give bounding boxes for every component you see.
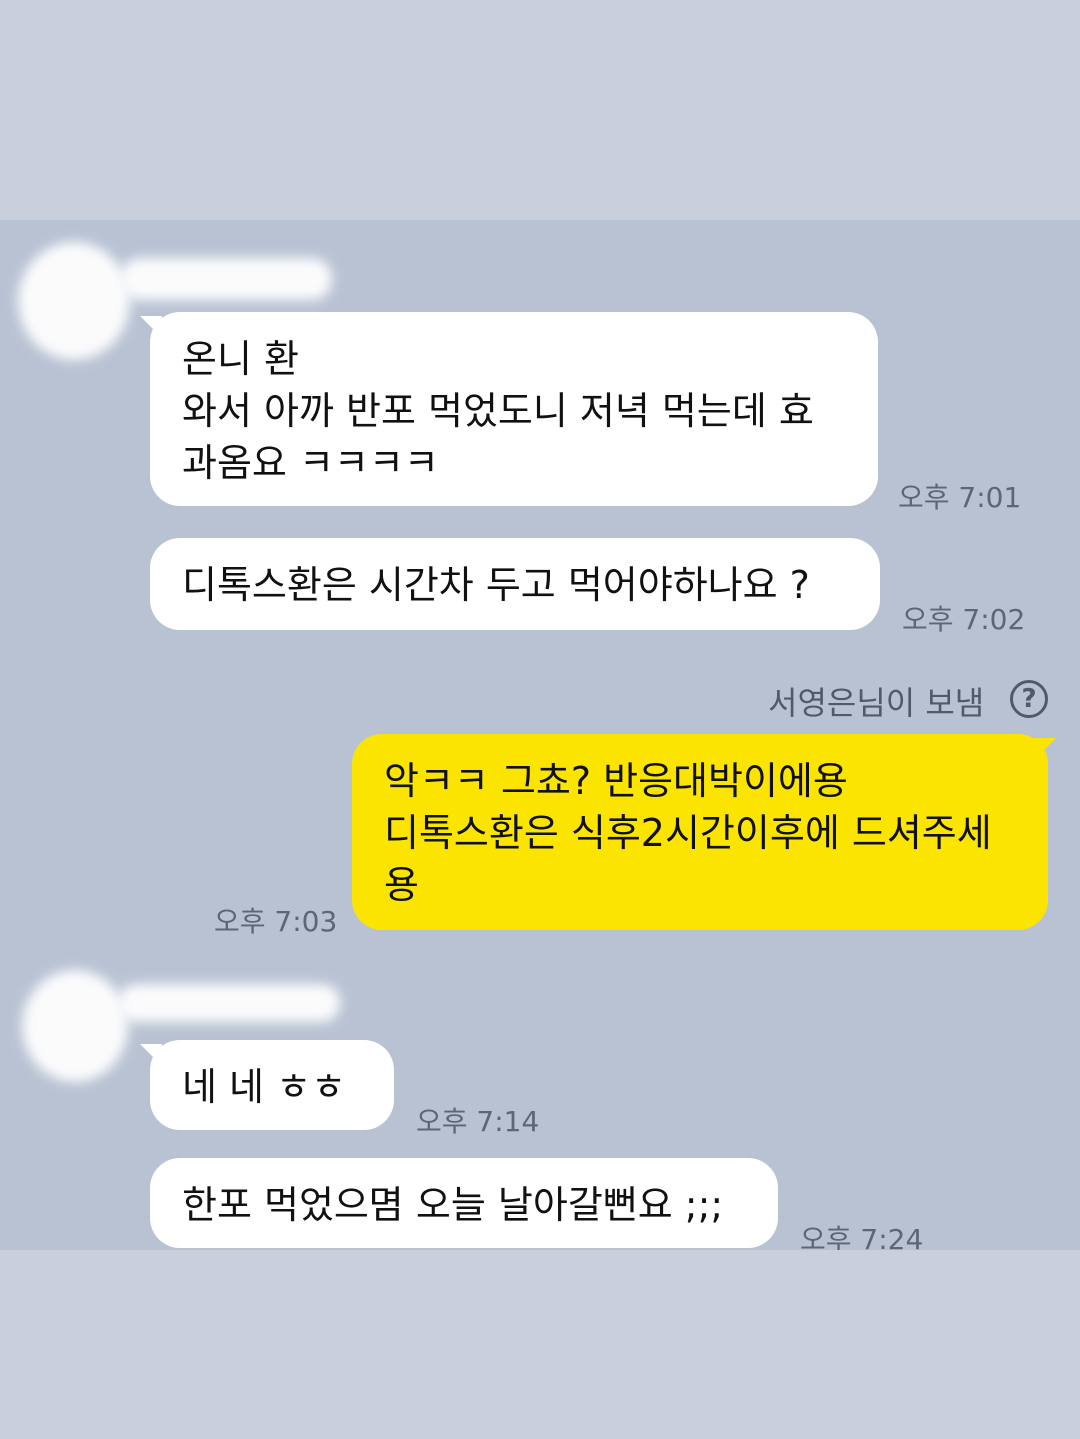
- bottom-margin: [0, 1250, 1080, 1439]
- message-time: 오후 7:03: [214, 905, 338, 938]
- message-time: 오후 7:24: [800, 1223, 924, 1250]
- message-line: 한포 먹었으몀 오늘 날아갈뻔요 ;;;: [182, 1183, 724, 1227]
- message-time: 오후 7:01: [898, 481, 1022, 514]
- message-bubble-outgoing[interactable]: 악ㅋㅋ 그쵸? 반응대박이에용 디톡스환은 식후2시간이후에 드셔주세 용: [352, 734, 1048, 930]
- sender-name-redacted: [120, 258, 332, 300]
- message-bubble-incoming[interactable]: 디톡스환은 시간차 두고 먹어야하나요 ?: [150, 538, 880, 630]
- avatar: [18, 242, 130, 360]
- sent-notice: 서영은님이 보냄: [768, 684, 985, 722]
- message-bubble-incoming[interactable]: 온니 환 와서 아까 반포 먹었도니 저녁 먹는데 효 과옴요 ㅋㅋㅋㅋ: [150, 312, 878, 506]
- top-margin: [0, 0, 1080, 220]
- message-line: 과옴요 ㅋㅋㅋㅋ: [182, 441, 439, 485]
- message-time: 오후 7:02: [902, 603, 1026, 636]
- help-icon[interactable]: ?: [1010, 680, 1048, 718]
- chat-area[interactable]: 온니 환 와서 아까 반포 먹었도니 저녁 먹는데 효 과옴요 ㅋㅋㅋㅋ 오후 …: [0, 220, 1080, 1250]
- message-time: 오후 7:14: [416, 1105, 540, 1138]
- message-line: 온니 환: [182, 337, 299, 381]
- message-line: 디톡스환은 시간차 두고 먹어야하나요 ?: [182, 563, 810, 607]
- message-bubble-incoming[interactable]: 네 네 ㅎㅎ: [150, 1040, 394, 1130]
- message-line: 와서 아까 반포 먹었도니 저녁 먹는데 효: [182, 389, 814, 433]
- message-line: 네 네 ㅎㅎ: [182, 1065, 346, 1109]
- message-line: 디톡스환은 식후2시간이후에 드셔주세: [384, 811, 992, 855]
- sender-name-redacted: [118, 984, 340, 1022]
- message-line: 악ㅋㅋ 그쵸? 반응대박이에용: [384, 759, 848, 803]
- message-line: 용: [384, 863, 419, 907]
- message-bubble-incoming[interactable]: 한포 먹었으몀 오늘 날아갈뻔요 ;;;: [150, 1158, 778, 1248]
- avatar: [22, 970, 128, 1082]
